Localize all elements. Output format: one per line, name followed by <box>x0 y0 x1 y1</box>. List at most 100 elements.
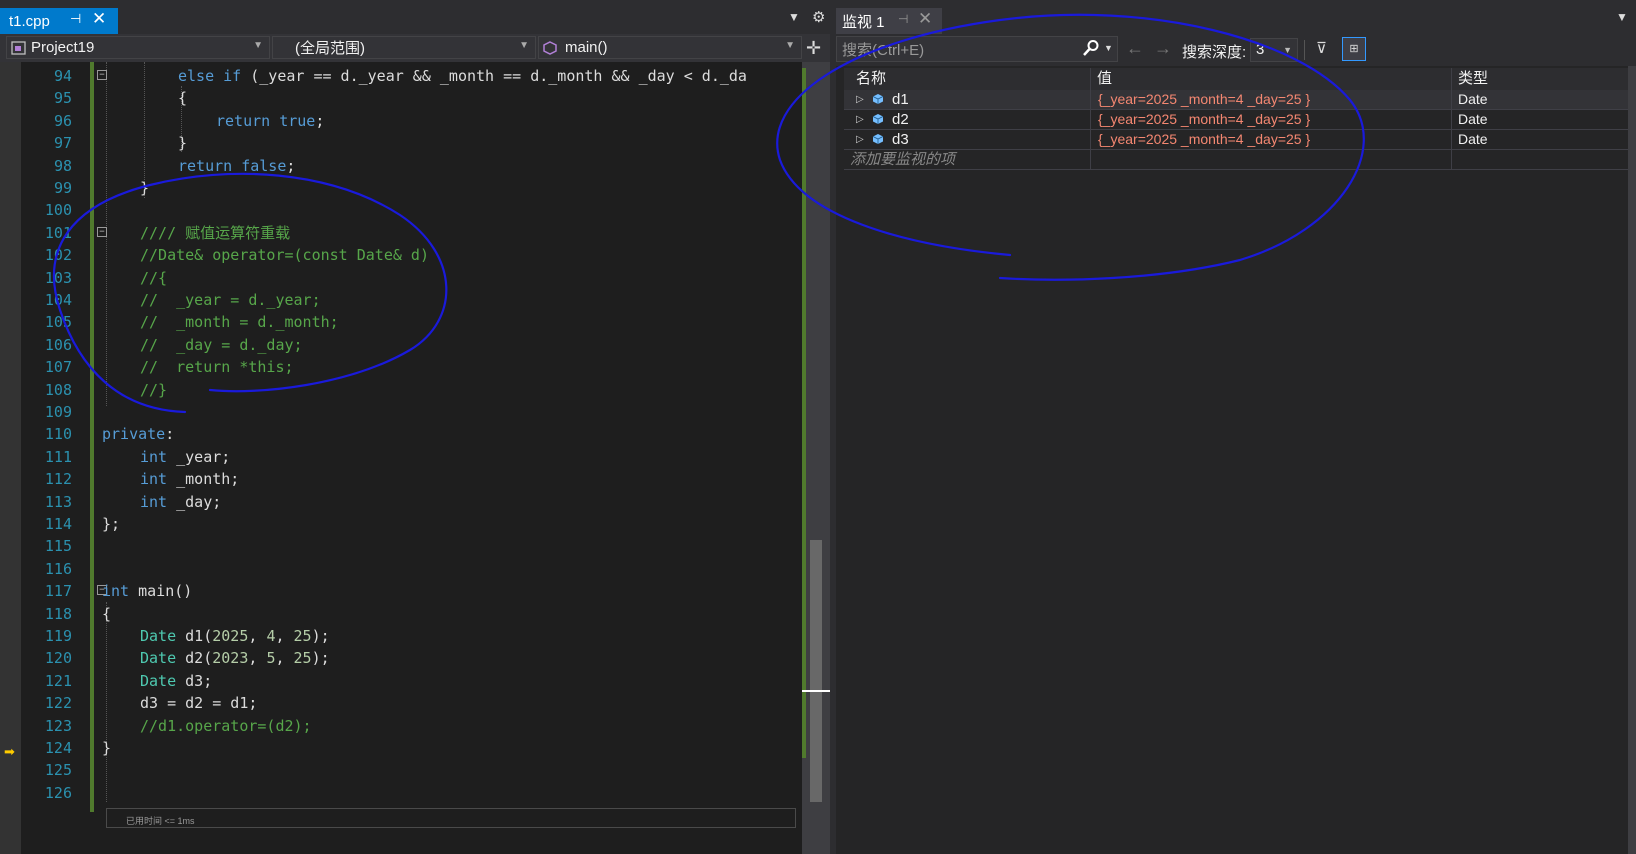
code-line[interactable]: 124} <box>0 737 802 759</box>
search-icon[interactable] <box>1082 39 1100 57</box>
code-line[interactable]: 117− int main() <box>0 580 802 602</box>
expand-arrow-icon[interactable]: ▷ <box>856 130 864 149</box>
split-icon[interactable]: ✛ <box>806 38 821 59</box>
code-line[interactable]: 107 // return *this; <box>0 356 802 378</box>
watch-row-d3[interactable]: ▷ d3 {_year=2025 _month=4 _day=25 } Date <box>844 130 1628 150</box>
column-header-value[interactable]: 值 <box>1091 68 1451 90</box>
code-line[interactable]: 110 private: <box>0 423 802 445</box>
column-separator <box>1451 110 1452 130</box>
code-line[interactable]: 103 //{ <box>0 267 802 289</box>
pin-icon[interactable]: ⊣ <box>70 11 81 27</box>
scrollbar-thumb[interactable] <box>810 540 822 802</box>
line-number: 98 <box>53 156 72 175</box>
watch-item-value[interactable]: {_year=2025 _month=4 _day=25 } <box>1098 90 1310 109</box>
code-line[interactable]: 102 //Date& operator=(const Date& d) <box>0 244 802 266</box>
column-header-type[interactable]: 类型 <box>1452 68 1622 90</box>
watch-vertical-scrollbar[interactable] <box>1628 66 1636 854</box>
line-number: 94 <box>53 67 72 85</box>
column-separator <box>1451 90 1452 110</box>
watch-add-item-row[interactable]: 添加要监视的项 <box>844 150 1628 170</box>
scope-selector[interactable]: (全局范围) ▼ <box>272 36 536 59</box>
line-number: 118 <box>44 604 72 623</box>
filter-icon[interactable]: ⊽ <box>1316 39 1327 57</box>
line-number: 116 <box>44 559 72 578</box>
code-line[interactable]: 100 <box>0 199 802 221</box>
column-separator <box>1090 110 1091 130</box>
code-line[interactable]: 111 int _year; <box>0 446 802 468</box>
close-icon[interactable]: ✕ <box>918 9 932 29</box>
add-watch-placeholder[interactable]: 添加要监视的项 <box>850 150 955 169</box>
view-mode-icon[interactable]: ⊞ <box>1342 37 1366 61</box>
expand-arrow-icon[interactable]: ▷ <box>856 110 864 129</box>
expand-arrow-icon[interactable]: ▷ <box>856 90 864 109</box>
watch-row-d1[interactable]: ▷ d1 {_year=2025 _month=4 _day=25 } Date <box>844 90 1628 110</box>
code-line[interactable]: 115 <box>0 535 802 557</box>
tab-t1-cpp[interactable]: t1.cpp ⊣ ✕ <box>0 8 118 34</box>
code-line[interactable]: 99} <box>0 177 802 199</box>
gear-icon[interactable]: ⚙ <box>812 8 825 26</box>
project-name: Project19 <box>31 39 95 56</box>
code-line[interactable]: 126 <box>0 782 802 804</box>
code-line[interactable]: 98 return false; <box>0 155 802 177</box>
watch-item-name: d2 <box>892 111 909 128</box>
code-line[interactable]: 108 //} <box>0 379 802 401</box>
line-number: 113 <box>44 492 72 511</box>
line-number: 123 <box>44 716 72 735</box>
code-text: return false; <box>178 156 296 175</box>
code-line[interactable]: 121 Date d3; <box>0 670 802 692</box>
tab-watch-1[interactable]: 监视 1 ⊣ ✕ <box>836 8 942 34</box>
code-line[interactable]: 105 // _month = d._month; <box>0 311 802 333</box>
code-text: return true; <box>216 111 325 130</box>
chevron-down-icon[interactable]: ▼ <box>1104 43 1113 53</box>
code-line[interactable]: 114}; <box>0 513 802 535</box>
search-depth-select[interactable]: 3 ▼ <box>1250 38 1298 62</box>
search-input[interactable]: 搜索(Ctrl+E) <box>836 36 1118 62</box>
project-selector[interactable]: Project19 ▼ <box>6 36 270 59</box>
forward-arrow-icon[interactable]: → <box>1154 38 1172 59</box>
code-line[interactable]: 120 Date d2(2023, 5, 25); <box>0 647 802 669</box>
code-text: // _day = d._day; <box>140 335 303 354</box>
code-text: else if (_year == d._year && _month == d… <box>178 67 747 85</box>
back-arrow-icon[interactable]: ← <box>1126 38 1144 59</box>
line-number: 95 <box>53 89 72 108</box>
chevron-down-icon[interactable]: ▼ <box>788 10 800 24</box>
tab-label: t1.cpp <box>9 12 50 30</box>
line-number: 117 <box>44 582 72 601</box>
close-icon[interactable]: ✕ <box>92 9 106 29</box>
code-line[interactable]: 101 − //// 赋值运算符重载 <box>0 222 802 244</box>
code-line[interactable]: 125 <box>0 759 802 781</box>
line-number: 106 <box>44 335 72 354</box>
object-icon <box>872 94 884 104</box>
code-line[interactable]: 112 int _month; <box>0 468 802 490</box>
column-separator <box>1090 130 1091 150</box>
code-line[interactable]: 123 //d1.operator=(d2); <box>0 715 802 737</box>
code-line[interactable]: 106 // _day = d._day; <box>0 334 802 356</box>
code-line[interactable]: 113 int _day; <box>0 491 802 513</box>
code-line[interactable]: 94 − else if (_year == d._year && _month =… <box>0 65 802 87</box>
code-text: int main() <box>102 582 193 601</box>
object-icon <box>872 134 884 144</box>
fold-toggle-icon[interactable]: − <box>97 226 107 237</box>
code-line[interactable]: 95 { <box>0 87 802 109</box>
function-selector[interactable]: main() ▼ <box>538 36 802 59</box>
editor-vertical-scrollbar[interactable] <box>802 62 830 854</box>
column-header-name[interactable]: 名称 <box>850 68 1090 90</box>
code-line[interactable]: 118 { <box>0 603 802 625</box>
code-line[interactable]: 122 d3 = d2 = d1; <box>0 692 802 714</box>
line-number: 109 <box>44 403 72 421</box>
watch-item-value[interactable]: {_year=2025 _month=4 _day=25 } <box>1098 130 1310 149</box>
watch-item-value[interactable]: {_year=2025 _month=4 _day=25 } <box>1098 110 1310 129</box>
code-line[interactable]: 104 // _year = d._year; <box>0 289 802 311</box>
watch-row-d2[interactable]: ▷ d2 {_year=2025 _month=4 _day=25 } Date <box>844 110 1628 130</box>
code-line[interactable]: 119 Date d1(2025, 4, 25); <box>0 625 802 647</box>
watch-item-type: Date <box>1458 131 1488 147</box>
line-number: 126 <box>44 783 72 802</box>
fold-toggle-icon[interactable]: − <box>97 70 107 80</box>
code-line[interactable]: 97} <box>0 132 802 154</box>
pin-icon[interactable]: ⊣ <box>898 12 908 26</box>
code-line[interactable]: 116 <box>0 558 802 580</box>
code-editor[interactable]: 94 − else if (_year == d._year && _month =… <box>0 62 802 854</box>
code-line[interactable]: 109 <box>0 401 802 423</box>
chevron-down-icon[interactable]: ▼ <box>1616 10 1628 24</box>
code-line[interactable]: 96 return true; <box>0 110 802 132</box>
